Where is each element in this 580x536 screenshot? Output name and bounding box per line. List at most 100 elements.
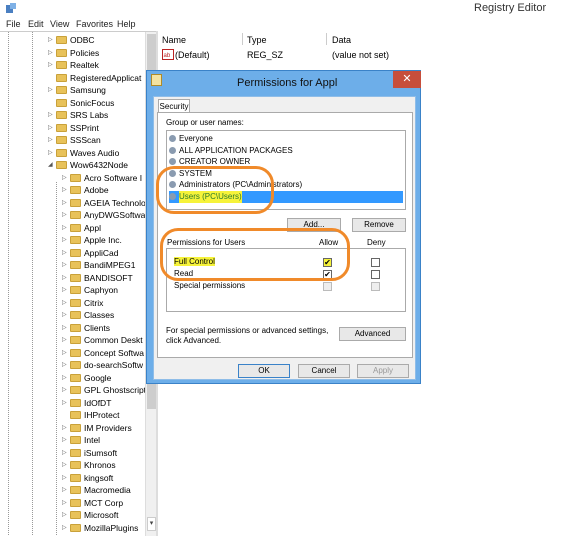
- tree-item[interactable]: ▷ Microsoft: [62, 509, 156, 521]
- tree-item[interactable]: ▷ Realtek: [48, 59, 156, 71]
- tree-item[interactable]: ▷ do-searchSoftw: [62, 359, 156, 371]
- tree-item[interactable]: ▷ BandiMPEG1: [62, 259, 156, 271]
- menu-view[interactable]: View: [50, 19, 69, 29]
- tree-item[interactable]: ▷ Waves Audio: [48, 147, 156, 159]
- expand-arrow-icon[interactable]: ▷: [62, 309, 68, 321]
- apply-button[interactable]: Apply: [357, 364, 409, 378]
- expand-arrow-icon[interactable]: ▷: [62, 434, 68, 446]
- expand-arrow-icon[interactable]: ▷: [48, 59, 54, 71]
- scroll-down-icon[interactable]: ▾: [147, 517, 156, 531]
- expand-arrow-icon[interactable]: ▷: [48, 134, 54, 146]
- expand-arrow-icon[interactable]: ▷: [48, 47, 54, 59]
- tree-item[interactable]: ▷ Policies: [48, 47, 156, 59]
- column-header-name[interactable]: Name: [162, 35, 186, 45]
- tree-item[interactable]: ▷ Khronos: [62, 459, 156, 471]
- expand-arrow-icon[interactable]: ▷: [62, 472, 68, 484]
- expand-arrow-icon[interactable]: ▷: [48, 34, 54, 46]
- expand-arrow-icon[interactable]: ▷: [48, 109, 54, 121]
- tree-item[interactable]: ▷ AnyDWGSoftwa: [62, 209, 156, 221]
- expand-arrow-icon[interactable]: ▷: [62, 184, 68, 196]
- expand-arrow-icon[interactable]: ▷: [48, 122, 54, 134]
- tree-item[interactable]: ▷ Google: [62, 372, 156, 384]
- expand-arrow-icon[interactable]: ▷: [62, 247, 68, 259]
- expand-arrow-icon[interactable]: ◢: [48, 159, 54, 171]
- tree-item[interactable]: ▷ Apple Inc.: [62, 234, 156, 246]
- tree-item[interactable]: ▷ SRS Labs: [48, 109, 156, 121]
- tree-item[interactable]: ▷ Samsung: [48, 84, 156, 96]
- value-row[interactable]: ab (Default) REG_SZ (value not set): [158, 48, 458, 61]
- expand-arrow-icon[interactable]: ▷: [62, 459, 68, 471]
- column-divider[interactable]: [242, 33, 243, 45]
- tree-item[interactable]: RegisteredApplicat: [48, 72, 156, 84]
- tree-item[interactable]: ▷ MozillaPlugins: [62, 522, 156, 534]
- tree-item[interactable]: ▷ Macromedia: [62, 484, 156, 496]
- menu-file[interactable]: File: [6, 19, 21, 29]
- expand-arrow-icon[interactable]: ▷: [62, 397, 68, 409]
- advanced-button[interactable]: Advanced: [339, 327, 406, 341]
- expand-arrow-icon[interactable]: ▷: [62, 384, 68, 396]
- allow-checkbox[interactable]: [323, 282, 332, 291]
- expand-arrow-icon[interactable]: ▷: [62, 497, 68, 509]
- expand-arrow-icon[interactable]: ▷: [62, 272, 68, 284]
- cancel-button[interactable]: Cancel: [298, 364, 350, 378]
- expand-arrow-icon[interactable]: ▷: [62, 347, 68, 359]
- registry-tree[interactable]: ▷ ODBC ▷ Policies ▷ Realtek RegisteredApplicat…: [0, 31, 156, 536]
- expand-arrow-icon[interactable]: ▷: [62, 484, 68, 496]
- tree-item[interactable]: ▷ Intel: [62, 434, 156, 446]
- menu-edit[interactable]: Edit: [28, 19, 44, 29]
- expand-arrow-icon[interactable]: ▷: [62, 197, 68, 209]
- expand-arrow-icon[interactable]: ▷: [62, 172, 68, 184]
- deny-checkbox[interactable]: [371, 282, 380, 291]
- expand-arrow-icon[interactable]: ▷: [62, 447, 68, 459]
- tree-item[interactable]: ▷ Common Deskt: [62, 334, 156, 346]
- remove-button[interactable]: Remove: [352, 218, 406, 232]
- user-list-item[interactable]: ALL APPLICATION PACKAGES: [169, 145, 403, 157]
- deny-checkbox[interactable]: [371, 258, 380, 267]
- expand-arrow-icon[interactable]: ▷: [62, 359, 68, 371]
- expand-arrow-icon[interactable]: ▷: [62, 372, 68, 384]
- menu-favorites[interactable]: Favorites: [76, 19, 113, 29]
- tree-item[interactable]: ▷ Concept Softwa: [62, 347, 156, 359]
- tree-item[interactable]: IHProtect: [62, 409, 156, 421]
- tree-item[interactable]: ▷ IdOfDT: [62, 397, 156, 409]
- tree-item[interactable]: ▷ ODBC: [48, 34, 156, 46]
- column-header-data[interactable]: Data: [332, 35, 351, 45]
- tree-item[interactable]: ▷ BANDISOFT: [62, 272, 156, 284]
- tree-item[interactable]: ◢ Wow6432Node: [48, 159, 156, 171]
- menu-help[interactable]: Help: [117, 19, 136, 29]
- tree-item[interactable]: ▷ AppliCad: [62, 247, 156, 259]
- expand-arrow-icon[interactable]: ▷: [62, 334, 68, 346]
- expand-arrow-icon[interactable]: ▷: [48, 84, 54, 96]
- column-header-type[interactable]: Type: [247, 35, 267, 45]
- tree-item[interactable]: ▷ Caphyon: [62, 284, 156, 296]
- tree-item[interactable]: ▷ Citrix: [62, 297, 156, 309]
- column-divider[interactable]: [326, 33, 327, 45]
- tree-item[interactable]: ▷ SSPrint: [48, 122, 156, 134]
- tree-item[interactable]: ▷ Classes: [62, 309, 156, 321]
- tree-item[interactable]: ▷ IM Providers: [62, 422, 156, 434]
- tree-item[interactable]: SonicFocus: [48, 97, 156, 109]
- expand-arrow-icon[interactable]: ▷: [48, 147, 54, 159]
- expand-arrow-icon[interactable]: ▷: [62, 522, 68, 534]
- tree-item[interactable]: ▷ iSumsoft: [62, 447, 156, 459]
- deny-checkbox[interactable]: [371, 270, 380, 279]
- tab-security[interactable]: Security: [158, 99, 190, 113]
- expand-arrow-icon[interactable]: ▷: [62, 297, 68, 309]
- expand-arrow-icon[interactable]: ▷: [62, 422, 68, 434]
- close-button[interactable]: ✕: [393, 71, 421, 88]
- ok-button[interactable]: OK: [238, 364, 290, 378]
- tree-item[interactable]: ▷ MCT Corp: [62, 497, 156, 509]
- expand-arrow-icon[interactable]: ▷: [62, 509, 68, 521]
- tree-item[interactable]: ▷ Clients: [62, 322, 156, 334]
- tree-item[interactable]: ▷ Appl: [62, 222, 156, 234]
- user-list-item[interactable]: Everyone: [169, 133, 403, 145]
- expand-arrow-icon[interactable]: ▷: [62, 234, 68, 246]
- expand-arrow-icon[interactable]: ▷: [62, 284, 68, 296]
- tree-item[interactable]: ▷ kingsoft: [62, 472, 156, 484]
- expand-arrow-icon[interactable]: ▷: [62, 259, 68, 271]
- tree-item[interactable]: ▷ SSScan: [48, 134, 156, 146]
- expand-arrow-icon[interactable]: ▷: [62, 222, 68, 234]
- expand-arrow-icon[interactable]: ▷: [62, 209, 68, 221]
- tree-item[interactable]: ▷ Adobe: [62, 184, 156, 196]
- expand-arrow-icon[interactable]: ▷: [62, 322, 68, 334]
